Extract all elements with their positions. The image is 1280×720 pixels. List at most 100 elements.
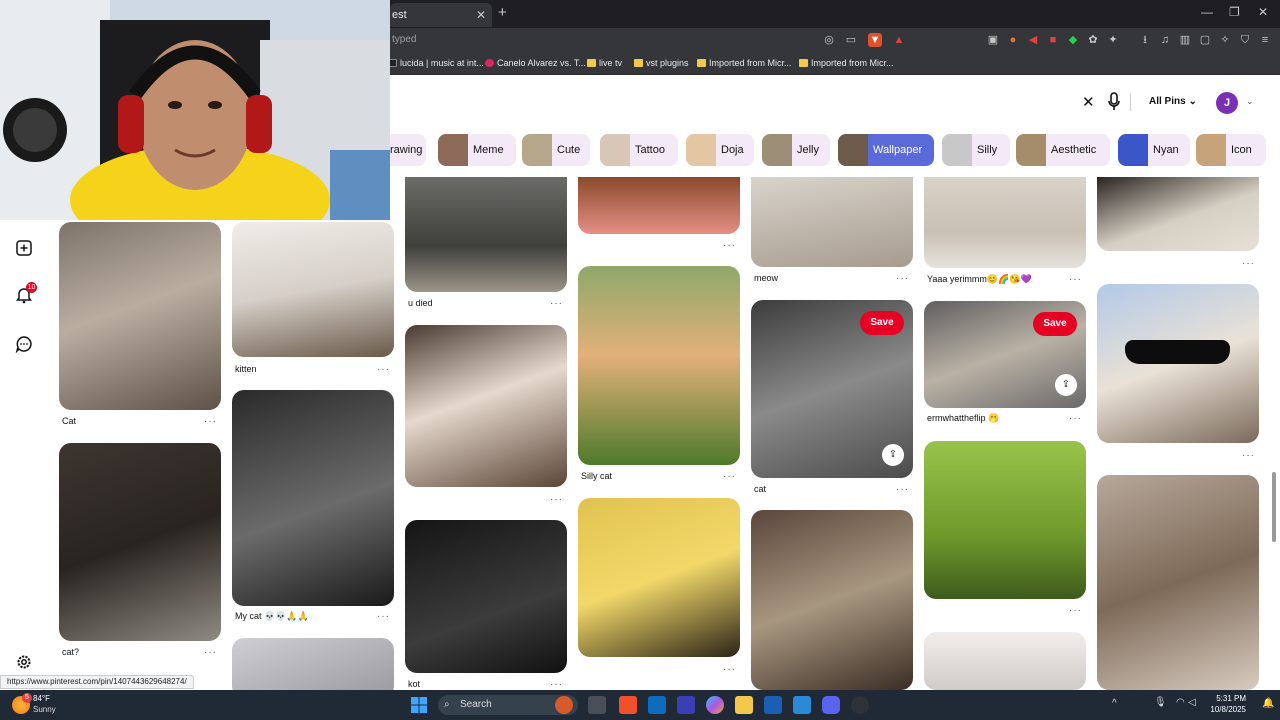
- pin-image[interactable]: [1097, 284, 1259, 443]
- pin-more-icon[interactable]: ···: [1242, 450, 1255, 461]
- menu-icon[interactable]: ≡: [1258, 33, 1272, 47]
- pin-caption[interactable]: kitten: [235, 364, 257, 374]
- bookmark-folder[interactable]: Imported from Micr...: [799, 58, 894, 68]
- store-icon[interactable]: [764, 696, 782, 714]
- media-icon[interactable]: ♫: [1158, 33, 1172, 47]
- pin-image[interactable]: [232, 222, 394, 357]
- bookmark-folder[interactable]: vst plugins: [634, 58, 689, 68]
- chip-drawing[interactable]: rawing: [390, 134, 426, 166]
- save-button[interactable]: Save: [860, 311, 904, 335]
- extension-5-icon[interactable]: ◆: [1066, 33, 1080, 47]
- pin-more-icon[interactable]: ···: [377, 611, 390, 622]
- pin-more-icon[interactable]: ···: [204, 416, 217, 427]
- extension-1-icon[interactable]: ▣: [986, 33, 1000, 47]
- chip-wallpaper[interactable]: Wallpaper: [838, 134, 934, 166]
- tray-chevron-icon[interactable]: ^: [1112, 698, 1117, 709]
- pin-more-icon[interactable]: ···: [1069, 274, 1082, 285]
- pin-more-icon[interactable]: ···: [723, 240, 736, 251]
- search-highlight-icon[interactable]: [555, 696, 573, 714]
- pin-image[interactable]: [232, 638, 394, 690]
- microphone-icon[interactable]: [1107, 92, 1121, 112]
- pin-more-icon[interactable]: ···: [550, 494, 563, 505]
- pin-image[interactable]: [924, 441, 1086, 599]
- chip-jelly[interactable]: Jelly: [762, 134, 830, 166]
- file-explorer-icon[interactable]: [735, 696, 753, 714]
- extension-3-icon[interactable]: ◀: [1026, 33, 1040, 47]
- photos-icon[interactable]: [793, 696, 811, 714]
- pin-more-icon[interactable]: ···: [896, 273, 909, 284]
- pin-caption[interactable]: meow: [754, 273, 778, 283]
- outlook-icon[interactable]: [648, 696, 666, 714]
- extensions-puzzle-icon[interactable]: ✦: [1106, 33, 1120, 47]
- share-icon[interactable]: ⇪: [1055, 374, 1077, 396]
- pin-caption[interactable]: ermwhattheflip 🫢: [927, 413, 999, 424]
- vpn-icon[interactable]: ⛉: [1238, 33, 1252, 47]
- pin-more-icon[interactable]: ···: [723, 664, 736, 675]
- pin-more-icon[interactable]: ···: [1242, 258, 1255, 269]
- pin-image[interactable]: [405, 325, 567, 487]
- pin-image[interactable]: [59, 222, 221, 410]
- pin-more-icon[interactable]: ···: [550, 679, 563, 690]
- pin-image[interactable]: [924, 632, 1086, 690]
- pin-image[interactable]: [578, 498, 740, 657]
- notification-bell-icon[interactable]: 🔔: [1262, 698, 1274, 709]
- volume-icon[interactable]: ◁: [1188, 697, 1196, 708]
- app-l-icon[interactable]: [677, 696, 695, 714]
- windows-start-icon[interactable]: [410, 696, 428, 714]
- chip-nyan[interactable]: Nyan: [1118, 134, 1190, 166]
- task-view-icon[interactable]: [588, 696, 606, 714]
- eye-off-icon[interactable]: ◎: [822, 33, 836, 47]
- extension-2-icon[interactable]: ●: [1006, 33, 1020, 47]
- search-input[interactable]: [390, 89, 1130, 117]
- wallet-icon[interactable]: ▢: [1198, 33, 1212, 47]
- browser-tab[interactable]: est ✕: [390, 3, 492, 27]
- avatar[interactable]: J: [1216, 92, 1238, 114]
- minimize-icon[interactable]: —: [1201, 5, 1213, 19]
- cast-icon[interactable]: ▭: [844, 33, 858, 47]
- new-tab-icon[interactable]: +: [498, 4, 507, 22]
- pin-image[interactable]: [1097, 177, 1259, 251]
- chip-aesthetic[interactable]: Aesthetic: [1016, 134, 1110, 166]
- brave-shield-icon[interactable]: ▼: [868, 33, 882, 47]
- pin-more-icon[interactable]: ···: [550, 298, 563, 309]
- share-icon[interactable]: ⇪: [882, 444, 904, 466]
- mic-tray-icon[interactable]: 🎙: [1154, 697, 1167, 708]
- wifi-icon[interactable]: ◠: [1176, 697, 1185, 708]
- chip-icon[interactable]: Icon: [1196, 134, 1266, 166]
- obs-icon[interactable]: [851, 696, 869, 714]
- bookmark-item[interactable]: Canelo Alvarez vs. T...: [485, 58, 586, 68]
- discord-icon[interactable]: [822, 696, 840, 714]
- settings-gear-icon[interactable]: [15, 653, 33, 671]
- page-scrollbar[interactable]: [1272, 472, 1276, 542]
- chip-tattoo[interactable]: Tattoo: [600, 134, 678, 166]
- bookmark-folder[interactable]: Imported from Micr...: [697, 58, 792, 68]
- chip-doja[interactable]: Doja: [686, 134, 754, 166]
- address-input[interactable]: typed: [392, 34, 416, 45]
- pin-more-icon[interactable]: ···: [723, 471, 736, 482]
- taskbar-date[interactable]: 10/8/2025: [1196, 705, 1246, 714]
- pin-caption[interactable]: u died: [408, 298, 433, 308]
- pin-image[interactable]: [405, 177, 567, 292]
- download-icon[interactable]: ⭳: [1138, 33, 1152, 47]
- chip-silly[interactable]: Silly: [942, 134, 1010, 166]
- window-close-icon[interactable]: ✕: [1258, 5, 1268, 19]
- pin-caption[interactable]: Yaaa yerimmm😊🌈😘💜: [927, 274, 1032, 285]
- copilot-icon[interactable]: [706, 696, 724, 714]
- pin-more-icon[interactable]: ···: [896, 484, 909, 495]
- pin-caption[interactable]: kot: [408, 679, 420, 689]
- pin-caption[interactable]: cat: [754, 484, 766, 494]
- create-pin-icon[interactable]: [15, 239, 33, 257]
- extension-6-icon[interactable]: ✿: [1086, 33, 1100, 47]
- brave-browser-icon[interactable]: [619, 696, 637, 714]
- pin-caption[interactable]: Silly cat: [581, 471, 612, 481]
- sidebar-toggle-icon[interactable]: ▥: [1178, 33, 1192, 47]
- leo-icon[interactable]: ✧: [1218, 33, 1232, 47]
- pin-image[interactable]: [1097, 475, 1259, 690]
- messages-icon[interactable]: [15, 335, 33, 353]
- account-chevron-icon[interactable]: ⌄: [1246, 96, 1254, 107]
- extension-4-icon[interactable]: ■: [1046, 33, 1060, 47]
- maximize-icon[interactable]: ❐: [1229, 5, 1240, 19]
- pin-image[interactable]: [578, 266, 740, 465]
- pin-image[interactable]: [59, 443, 221, 641]
- taskbar-time[interactable]: 5:31 PM: [1200, 694, 1246, 703]
